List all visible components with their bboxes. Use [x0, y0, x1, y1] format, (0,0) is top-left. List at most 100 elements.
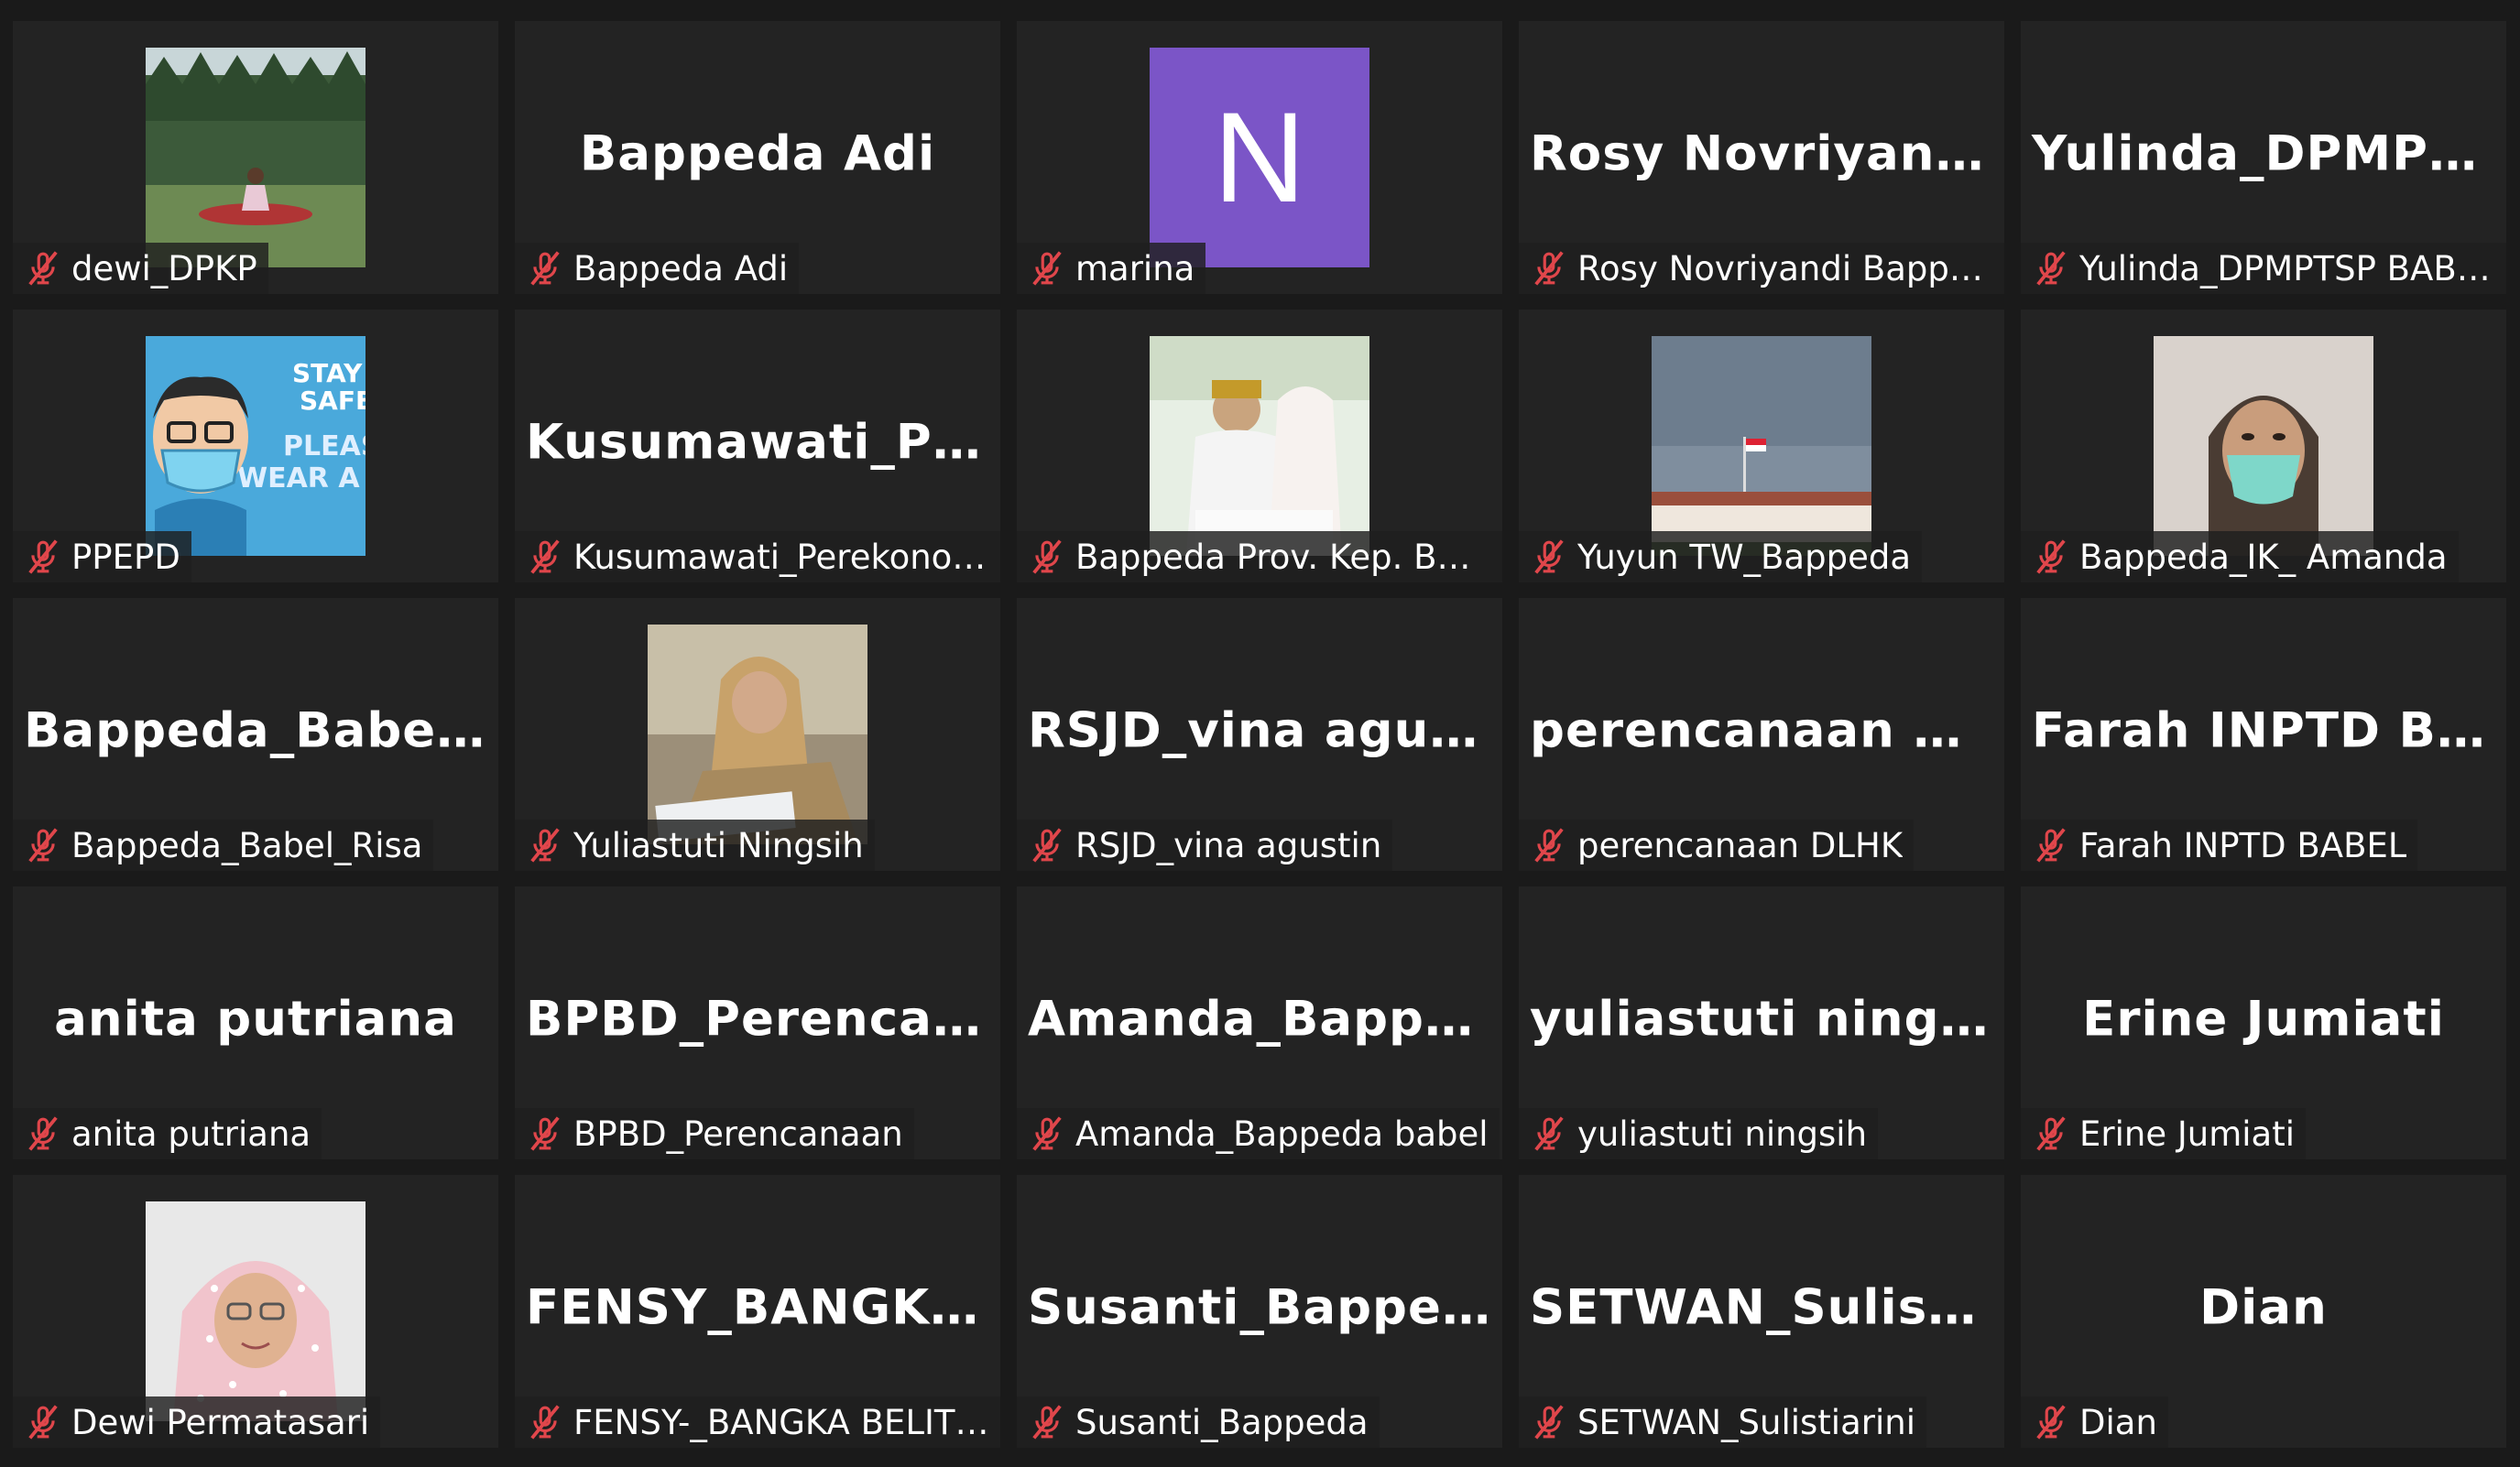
mic-muted-icon [1032, 828, 1062, 863]
participant-name: yuliastuti ningsih [1577, 1114, 1868, 1154]
participant-name: PPEPD [71, 537, 180, 577]
participant-name-label: Dewi Permatasari [13, 1396, 381, 1448]
participant-name-label: Amanda_Bappeda babel [1017, 1108, 1500, 1159]
participant-tile-19[interactable]: yuliastuti ningsih yuliastuti ningsih [1519, 886, 2004, 1159]
participant-gallery: dewi_DPKP Bappeda Adi Bappeda Adi N mari… [13, 21, 2507, 1450]
participant-tile-2[interactable]: Bappeda Adi Bappeda Adi [515, 21, 1000, 294]
participant-name: Rosy Novriyandi Bappeda... [1577, 248, 1993, 288]
participant-display-name: Susanti_Bappeda [1028, 1279, 1502, 1336]
participant-display-name: yuliastuti ningsih [1530, 991, 2004, 1048]
participant-tile-16[interactable]: anita putriana anita putriana [13, 886, 498, 1159]
participant-display-name: Bappeda Adi [579, 125, 936, 182]
participant-name-label: BPBD_Perencanaan [515, 1108, 914, 1159]
photo-hijab-portrait [146, 1201, 365, 1421]
mic-muted-icon [2036, 1405, 2066, 1440]
participant-name-label: RSJD_vina agustin [1017, 820, 1393, 871]
participant-display-name: Amanda_Bappe... [1028, 991, 1502, 1048]
participant-tile-1[interactable]: dewi_DPKP [13, 21, 498, 294]
participant-tile-6[interactable]: STAYSAFE PLEASWEAR A M PPEPD [13, 310, 498, 582]
participant-tile-24[interactable]: SETWAN_Sulisti... SETWAN_Sulistiarini [1519, 1175, 2004, 1448]
participant-tile-15[interactable]: Farah INPTD BA... Farah INPTD BABEL [2021, 598, 2506, 871]
mic-muted-icon [28, 251, 58, 286]
participant-tile-17[interactable]: BPBD_Perencan... BPBD_Perencanaan [515, 886, 1000, 1159]
mic-muted-icon [1534, 828, 1564, 863]
photo-office-worker [648, 625, 867, 844]
participant-display-name: perencanaan DL... [1530, 702, 2004, 759]
participant-tile-18[interactable]: Amanda_Bappe... Amanda_Bappeda babel [1017, 886, 1502, 1159]
participant-name: BPBD_Perencanaan [573, 1114, 903, 1154]
participant-display-name: Bappeda_Babel_... [24, 702, 498, 759]
mic-muted-icon [530, 539, 560, 574]
participant-name-label: Bappeda_IK_ Amanda [2021, 531, 2459, 582]
participant-name-label: Rosy Novriyandi Bappeda... [1519, 243, 2004, 294]
mic-muted-icon [530, 1405, 560, 1440]
participant-tile-4[interactable]: Rosy Novriyandi... Rosy Novriyandi Bappe… [1519, 21, 2004, 294]
participant-tile-8[interactable]: Bappeda Prov. Kep. Babel... [1017, 310, 1502, 582]
participant-name: FENSY-_BANGKA BELITU... [573, 1402, 989, 1442]
participant-display-name: RSJD_vina agustin [1028, 702, 1502, 759]
participant-name-label: dewi_DPKP [13, 243, 268, 294]
participant-name: Amanda_Bappeda babel [1075, 1114, 1489, 1154]
participant-name-label: Bappeda_Babel_Risa [13, 820, 434, 871]
participant-avatar: N [1150, 48, 1369, 267]
participant-name-label: Farah INPTD BABEL [2021, 820, 2418, 871]
svg-text:SAFE: SAFE [300, 386, 365, 416]
participant-tile-10[interactable]: Bappeda_IK_ Amanda [2021, 310, 2506, 582]
mic-muted-icon [28, 1405, 58, 1440]
mic-muted-icon [1534, 539, 1564, 574]
svg-text:STAY: STAY [292, 358, 363, 388]
participant-tile-7[interactable]: Kusumawati_Per... Kusumawati_Perekonomi.… [515, 310, 1000, 582]
participant-display-name: anita putriana [54, 991, 457, 1048]
participant-name: perencanaan DLHK [1577, 825, 1904, 865]
participant-name-label: PPEPD [13, 531, 191, 582]
participant-name: anita putriana [71, 1114, 311, 1154]
participant-name: Farah INPTD BABEL [2079, 825, 2407, 865]
participant-tile-3[interactable]: N marina [1017, 21, 1502, 294]
participant-tile-5[interactable]: Yulinda_DPMPT... Yulinda_DPMPTSP BABEL [2021, 21, 2506, 294]
participant-display-name: Rosy Novriyandi... [1530, 125, 2004, 182]
participant-name-label: yuliastuti ningsih [1519, 1108, 1879, 1159]
participant-tile-23[interactable]: Susanti_Bappeda Susanti_Bappeda [1017, 1175, 1502, 1448]
participant-name: Bappeda_Babel_Risa [71, 825, 423, 865]
participant-display-name: Erine Jumiati [2082, 991, 2445, 1048]
participant-name: RSJD_vina agustin [1075, 825, 1382, 865]
participant-tile-14[interactable]: perencanaan DL... perencanaan DLHK [1519, 598, 2004, 871]
photo-building-sky [1652, 336, 1871, 556]
mic-muted-icon [1534, 1116, 1564, 1151]
svg-text:WEAR A M: WEAR A M [237, 462, 365, 494]
participant-name-label: SETWAN_Sulistiarini [1519, 1396, 1926, 1448]
participant-display-name: Dian [2199, 1279, 2328, 1336]
participant-display-name: Farah INPTD BA... [2032, 702, 2506, 759]
participant-name-label: Susanti_Bappeda [1017, 1396, 1380, 1448]
participant-tile-25[interactable]: Dian Dian [2021, 1175, 2506, 1448]
participant-name: Susanti_Bappeda [1075, 1402, 1369, 1442]
photo-stay-safe-cartoon: STAYSAFE PLEASWEAR A M [146, 336, 365, 556]
svg-text:PLEAS: PLEAS [283, 430, 365, 462]
participant-tile-21[interactable]: Dewi Permatasari [13, 1175, 498, 1448]
participant-name: Dian [2079, 1402, 2157, 1442]
participant-name: Bappeda_IK_ Amanda [2079, 537, 2448, 577]
participant-name: marina [1075, 248, 1195, 288]
mic-muted-icon [28, 539, 58, 574]
participant-tile-9[interactable]: Yuyun TW_Bappeda [1519, 310, 2004, 582]
participant-tile-11[interactable]: Bappeda_Babel_... Bappeda_Babel_Risa [13, 598, 498, 871]
participant-name: Erine Jumiati [2079, 1114, 2295, 1154]
participant-name-label: Bappeda Adi [515, 243, 800, 294]
mic-muted-icon [2036, 828, 2066, 863]
mic-muted-icon [28, 828, 58, 863]
photo-forest-meditation [146, 48, 365, 267]
participant-name: SETWAN_Sulistiarini [1577, 1402, 1915, 1442]
participant-tile-13[interactable]: RSJD_vina agustin RSJD_vina agustin [1017, 598, 1502, 871]
participant-name-label: Kusumawati_Perekonomi... [515, 531, 1000, 582]
participant-tile-20[interactable]: Erine Jumiati Erine Jumiati [2021, 886, 2506, 1159]
participant-name: Bappeda Prov. Kep. Babel... [1075, 537, 1491, 577]
participant-name: Kusumawati_Perekonomi... [573, 537, 989, 577]
participant-tile-12[interactable]: Yuliastuti Ningsih [515, 598, 1000, 871]
participant-display-name: FENSY_BANGKA... [526, 1279, 1000, 1336]
participant-name: dewi_DPKP [71, 248, 257, 288]
participant-name: Yuliastuti Ningsih [573, 825, 864, 865]
participant-name-label: Bappeda Prov. Kep. Babel... [1017, 531, 1502, 582]
mic-muted-icon [1032, 251, 1062, 286]
mic-muted-icon [28, 1116, 58, 1151]
participant-tile-22[interactable]: FENSY_BANGKA... FENSY-_BANGKA BELITU... [515, 1175, 1000, 1448]
